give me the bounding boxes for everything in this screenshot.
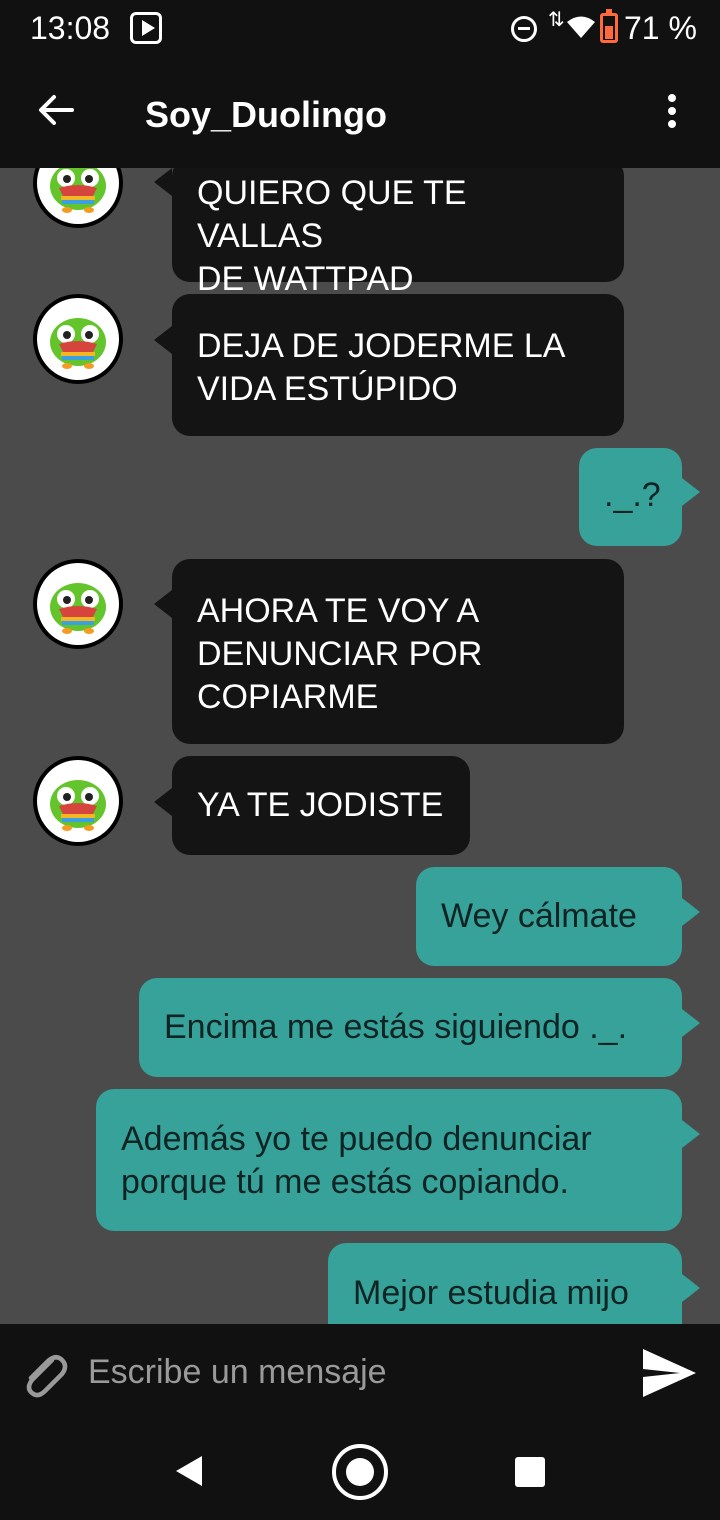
outgoing-message[interactable]: Encima me estás siguiendo ._. <box>139 978 682 1077</box>
send-icon[interactable] <box>640 1346 698 1400</box>
bubble-tail <box>154 590 172 618</box>
battery-percentage: 71 % <box>624 10 697 46</box>
paperclip-icon[interactable] <box>18 1348 70 1400</box>
contact-avatar[interactable] <box>33 559 123 649</box>
more-vertical-icon[interactable] <box>664 94 680 130</box>
contact-avatar[interactable] <box>33 294 123 384</box>
message-list[interactable]: QUIERO QUE TE VALLAS DE WATTPAD DEJA DE … <box>0 168 720 1324</box>
bubble-tail <box>682 1274 700 1302</box>
bubble-tail <box>682 898 700 926</box>
duolingo-owl-avatar <box>37 760 119 842</box>
incoming-message[interactable]: AHORA TE VOY A DENUNCIAR POR COPIARME <box>172 559 624 744</box>
play-store-notification-icon <box>130 12 162 44</box>
bubble-tail <box>154 168 172 196</box>
bubble-tail <box>154 788 172 816</box>
incoming-message[interactable]: DEJA DE JODERME LA VIDA ESTÚPIDO <box>172 294 624 436</box>
contact-avatar[interactable] <box>33 168 123 228</box>
do-not-disturb-icon <box>511 16 537 42</box>
incoming-message[interactable]: QUIERO QUE TE VALLAS DE WATTPAD <box>172 168 624 298</box>
incoming-message[interactable]: YA TE JODISTE <box>172 756 470 855</box>
message-compose-bar <box>0 1324 720 1420</box>
outgoing-message[interactable]: ._.? <box>579 448 682 546</box>
svg-text:4: 4 <box>585 31 591 40</box>
duolingo-owl-avatar <box>37 168 119 224</box>
duolingo-owl-avatar <box>37 298 119 380</box>
data-arrows-icon: ⇅ <box>548 9 565 31</box>
contact-avatar[interactable] <box>33 756 123 846</box>
status-time: 13:08 <box>30 10 111 46</box>
bubble-tail <box>682 478 700 506</box>
outgoing-message[interactable]: Wey cálmate <box>416 867 682 966</box>
bubble-tail <box>682 1120 700 1148</box>
status-bar: 13:08 ⇅ 4 71 % <box>0 0 720 58</box>
duolingo-owl-avatar <box>37 563 119 645</box>
nav-home-icon[interactable] <box>332 1444 388 1500</box>
system-navigation-bar <box>0 1420 720 1520</box>
bubble-tail <box>682 1009 700 1037</box>
nav-back-icon[interactable] <box>176 1456 202 1486</box>
app-bar: Soy_Duolingo <box>0 58 720 168</box>
message-input[interactable] <box>88 1344 608 1400</box>
outgoing-message[interactable]: Además yo te puedo denunciar porque tú m… <box>96 1089 682 1231</box>
outgoing-message[interactable]: Mejor estudia mijo <box>328 1243 682 1324</box>
arrow-left-icon[interactable] <box>36 90 76 130</box>
nav-recent-apps-icon[interactable] <box>515 1457 545 1487</box>
bubble-tail <box>154 326 172 354</box>
chat-title: Soy_Duolingo <box>145 94 387 135</box>
battery-icon <box>600 9 618 43</box>
wifi-icon: 4 <box>567 16 595 40</box>
